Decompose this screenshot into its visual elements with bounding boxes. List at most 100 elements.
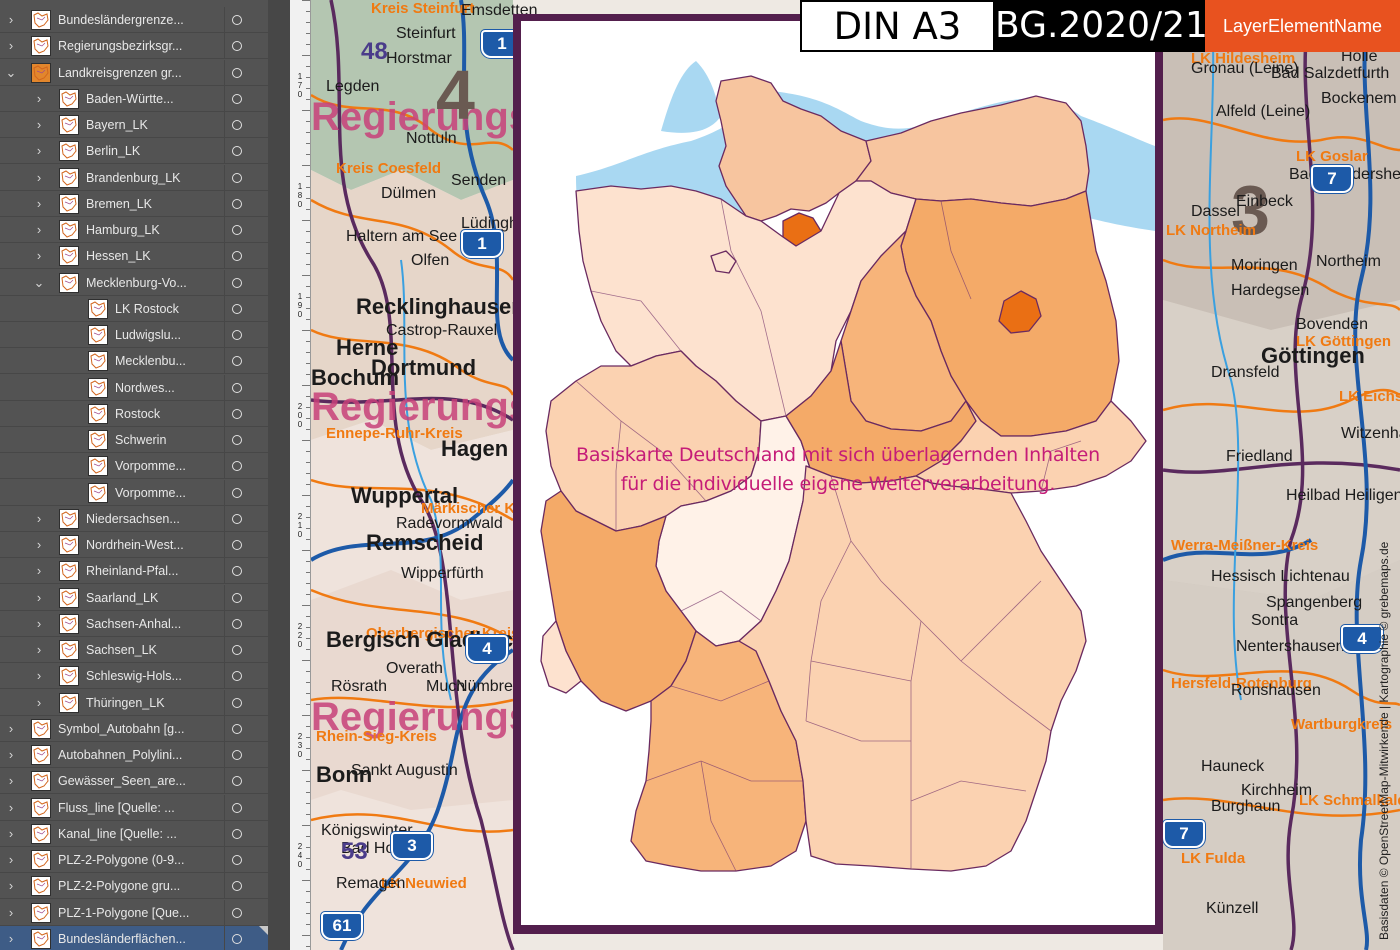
layer-row[interactable]: › PLZ-1-Polygone [Que... (0, 899, 268, 926)
layer-row[interactable]: Mecklenbu... (0, 348, 268, 375)
layer-target-circle-icon[interactable] (232, 198, 242, 209)
layer-row[interactable]: › Kanal_line [Quelle: ... (0, 820, 268, 847)
layer-target-circle-icon[interactable] (232, 907, 242, 918)
layer-target-circle-icon[interactable] (232, 461, 242, 472)
layer-row[interactable]: Vorpomme... (0, 479, 268, 506)
layer-row[interactable]: LK Rostock (0, 295, 268, 322)
layer-row[interactable]: Nordwes... (0, 374, 268, 401)
layer-target-circle-icon[interactable] (232, 67, 242, 78)
layer-target-circle-icon[interactable] (232, 303, 242, 314)
layer-row[interactable]: › Rheinland-Pfal... (0, 558, 268, 585)
chevron-right-icon[interactable]: › (32, 243, 46, 269)
layer-target-circle-icon[interactable] (232, 645, 242, 655)
vertical-ruler[interactable]: 170 180 190 200 210 220 230 240 (290, 0, 311, 950)
chevron-right-icon[interactable]: › (32, 191, 46, 217)
chevron-down-icon[interactable]: ⌄ (32, 270, 46, 296)
chevron-right-icon[interactable]: › (32, 532, 46, 558)
chevron-right-icon[interactable]: › (4, 768, 18, 794)
layer-row[interactable]: › Autobahnen_Polylini... (0, 742, 268, 768)
chevron-right-icon[interactable]: › (32, 86, 46, 112)
chevron-right-icon[interactable]: › (4, 795, 18, 821)
chevron-right-icon[interactable]: › (32, 558, 46, 584)
layer-row[interactable]: › Bundesländerflächen... (0, 925, 268, 950)
layer-target-circle-icon[interactable] (232, 356, 242, 367)
chevron-right-icon[interactable]: › (32, 165, 46, 191)
layer-target-circle-icon[interactable] (232, 225, 242, 235)
chevron-right-icon[interactable]: › (4, 742, 18, 768)
chevron-right-icon[interactable]: › (32, 217, 46, 243)
layer-row[interactable]: › Symbol_Autobahn [g... (0, 715, 268, 742)
layer-target-circle-icon[interactable] (232, 881, 242, 892)
layer-target-circle-icon[interactable] (232, 172, 242, 183)
chevron-right-icon[interactable]: › (32, 112, 46, 138)
layer-row[interactable]: › Niedersachsen... (0, 505, 268, 532)
layer-target-circle-icon[interactable] (232, 855, 242, 865)
layer-target-circle-icon[interactable] (232, 146, 242, 157)
layer-target-circle-icon[interactable] (232, 15, 242, 25)
layer-row[interactable]: › Bundesländergrenze... (0, 7, 268, 33)
layer-target-circle-icon[interactable] (232, 750, 242, 760)
layer-target-circle-icon[interactable] (232, 618, 242, 629)
layer-target-circle-icon[interactable] (232, 513, 242, 524)
layer-row[interactable]: ⌄ Mecklenburg-Vo... (0, 269, 268, 296)
layer-row[interactable]: › Hessen_LK (0, 243, 268, 270)
chevron-right-icon[interactable]: › (4, 847, 18, 873)
layer-row[interactable]: › Bremen_LK (0, 190, 268, 217)
layer-target-circle-icon[interactable] (232, 251, 242, 262)
layer-target-circle-icon[interactable] (232, 776, 242, 787)
chevron-right-icon[interactable]: › (32, 690, 46, 716)
layer-target-circle-icon[interactable] (232, 566, 242, 577)
layer-row[interactable]: › Nordrhein-West... (0, 532, 268, 558)
layer-target-circle-icon[interactable] (232, 41, 242, 52)
chevron-right-icon[interactable]: › (4, 33, 18, 59)
chevron-right-icon[interactable]: › (4, 7, 18, 33)
layer-row[interactable]: Ludwigslu... (0, 322, 268, 348)
layer-target-circle-icon[interactable] (232, 120, 242, 130)
layer-row[interactable]: › Schleswig-Hols... (0, 663, 268, 690)
layer-target-circle-icon[interactable] (232, 592, 242, 603)
layer-target-circle-icon[interactable] (232, 435, 242, 445)
chevron-right-icon[interactable]: › (32, 611, 46, 637)
layer-row[interactable]: › Thüringen_LK (0, 689, 268, 716)
chevron-right-icon[interactable]: › (32, 585, 46, 611)
layer-row[interactable]: › Hamburg_LK (0, 217, 268, 243)
layer-target-circle-icon[interactable] (232, 93, 242, 104)
chevron-right-icon[interactable]: › (4, 821, 18, 847)
layer-row[interactable]: › Fluss_line [Quelle: ... (0, 794, 268, 821)
panel-splitter[interactable] (268, 0, 290, 950)
layer-target-circle-icon[interactable] (232, 828, 242, 839)
layer-row[interactable]: › Berlin_LK (0, 138, 268, 165)
chevron-right-icon[interactable]: › (32, 138, 46, 164)
layer-row[interactable]: › Regierungsbezirksgr... (0, 33, 268, 60)
layer-target-circle-icon[interactable] (232, 723, 242, 734)
chevron-right-icon[interactable]: › (4, 716, 18, 742)
layer-target-circle-icon[interactable] (232, 487, 242, 498)
layer-row[interactable]: › Gewässer_Seen_are... (0, 768, 268, 795)
layer-target-circle-icon[interactable] (232, 540, 242, 550)
layer-target-circle-icon[interactable] (232, 408, 242, 419)
layer-row[interactable]: Schwerin (0, 427, 268, 453)
layer-row[interactable]: ⌄ Landkreisgrenzen gr... (0, 59, 268, 86)
layer-row[interactable]: › PLZ-2-Polygone gru... (0, 873, 268, 900)
chevron-right-icon[interactable]: › (32, 663, 46, 689)
layer-target-circle-icon[interactable] (232, 933, 242, 944)
layer-target-circle-icon[interactable] (232, 697, 242, 708)
layer-row[interactable]: › Sachsen_LK (0, 637, 268, 663)
layer-target-circle-icon[interactable] (232, 277, 242, 288)
layer-target-circle-icon[interactable] (232, 802, 242, 813)
layer-target-circle-icon[interactable] (232, 330, 242, 340)
chevron-right-icon[interactable]: › (32, 637, 46, 663)
chevron-down-icon[interactable]: ⌄ (4, 60, 18, 86)
chevron-right-icon[interactable]: › (4, 926, 18, 950)
layer-row[interactable]: › Bayern_LK (0, 112, 268, 138)
chevron-right-icon[interactable]: › (4, 900, 18, 926)
layer-row[interactable]: › PLZ-2-Polygone (0-9... (0, 847, 268, 873)
chevron-right-icon[interactable]: › (32, 506, 46, 532)
layer-target-circle-icon[interactable] (232, 671, 242, 682)
layer-row[interactable]: › Saarland_LK (0, 584, 268, 611)
layer-row[interactable]: › Baden-Württe... (0, 85, 268, 112)
layer-row[interactable]: Rostock (0, 400, 268, 427)
layer-row[interactable]: › Sachsen-Anhal... (0, 610, 268, 637)
layer-target-circle-icon[interactable] (232, 382, 242, 393)
chevron-right-icon[interactable]: › (4, 873, 18, 899)
